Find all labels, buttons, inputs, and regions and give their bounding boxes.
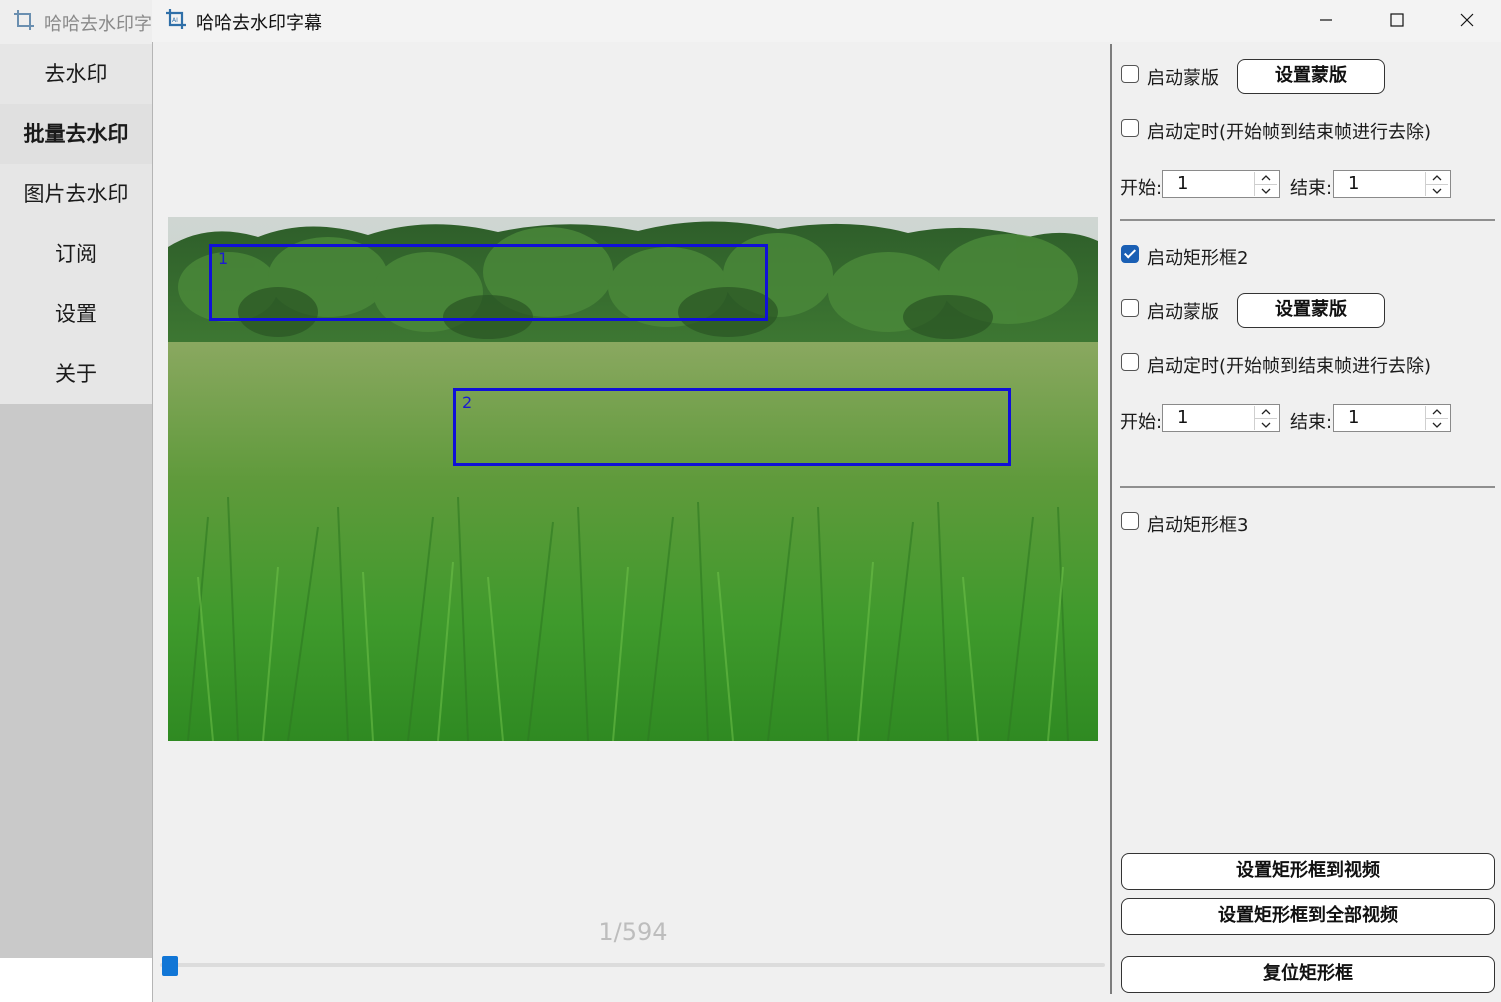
set-mask-button-1[interactable]: 设置蒙版 (1237, 59, 1385, 94)
close-icon (1460, 13, 1474, 27)
video-preview[interactable]: 1 2 (168, 217, 1098, 741)
enable-rect-2-checkbox[interactable] (1121, 245, 1139, 263)
spin-arrows (1425, 406, 1448, 430)
timer-checkbox-label: 启动定时(开始帧到结束帧进行去除) (1147, 356, 1432, 377)
spin-up-icon[interactable] (1426, 172, 1448, 184)
enable-rect-2-label: 启动矩形框2 (1147, 248, 1249, 269)
start-frame-spinbox[interactable]: 1 (1162, 404, 1280, 432)
sidebar: 去水印 批量去水印 图片去水印 订阅 设置 关于 (0, 44, 152, 404)
watermark-rect-1[interactable]: 1 (209, 244, 768, 321)
mask-checkbox-label: 启动蒙版 (1147, 302, 1219, 323)
start-frame-label: 开始: (1120, 178, 1163, 199)
rect-label: 2 (462, 393, 473, 412)
spin-up-icon[interactable] (1255, 172, 1277, 184)
rect-label: 1 (218, 249, 229, 268)
apply-rect-to-video-button[interactable]: 设置矩形框到视频 (1121, 853, 1495, 890)
timer-checkbox-1[interactable] (1121, 119, 1139, 137)
end-frame-label: 结束: (1290, 412, 1333, 433)
sidebar-item-subscribe[interactable]: 订阅 (0, 224, 152, 284)
end-frame-value: 1 (1348, 173, 1360, 194)
spin-down-icon[interactable] (1255, 418, 1277, 431)
start-frame-label: 开始: (1120, 412, 1163, 433)
end-frame-label: 结束: (1290, 178, 1333, 199)
timeline-slider-handle[interactable] (161, 956, 178, 976)
spin-down-icon[interactable] (1426, 418, 1448, 431)
spin-up-icon[interactable] (1255, 406, 1277, 418)
spin-arrows (1425, 172, 1448, 196)
window-title: 哈哈去水印字幕 (196, 13, 322, 34)
timer-checkbox-2[interactable] (1121, 353, 1139, 371)
watermark-rect-2[interactable]: 2 (453, 388, 1011, 466)
background-window-title: 哈哈去水印字 (44, 14, 152, 35)
sidebar-item-settings[interactable]: 设置 (0, 284, 152, 344)
sidebar-item-about[interactable]: 关于 (0, 344, 152, 404)
minimize-icon (1320, 19, 1332, 21)
spin-down-icon[interactable] (1426, 184, 1448, 197)
timeline-slider[interactable] (160, 963, 1105, 967)
svg-text:AI: AI (172, 17, 178, 24)
end-frame-value: 1 (1348, 407, 1360, 428)
spin-down-icon[interactable] (1255, 184, 1277, 197)
section-divider (1120, 486, 1495, 488)
close-button[interactable] (1432, 0, 1501, 40)
maximize-icon (1390, 13, 1404, 27)
mask-checkbox-1[interactable] (1121, 65, 1139, 83)
sidebar-item-image-remove[interactable]: 图片去水印 (0, 164, 152, 224)
enable-rect-3-checkbox[interactable] (1121, 512, 1139, 530)
spin-arrows (1254, 406, 1277, 430)
frame-counter: 1/594 (598, 918, 668, 946)
apply-rect-to-all-videos-button[interactable]: 设置矩形框到全部视频 (1121, 898, 1495, 935)
section-divider (1120, 219, 1495, 221)
sidebar-item-remove-watermark[interactable]: 去水印 (0, 44, 152, 104)
maximize-button[interactable] (1362, 0, 1432, 40)
end-frame-spinbox[interactable]: 1 (1333, 404, 1451, 432)
panel-splitter[interactable] (1110, 44, 1112, 994)
background-window-footer (0, 958, 152, 1002)
start-frame-spinbox[interactable]: 1 (1162, 170, 1280, 198)
spin-arrows (1254, 172, 1277, 196)
set-mask-button-2[interactable]: 设置蒙版 (1237, 293, 1385, 328)
sidebar-item-batch-remove[interactable]: 批量去水印 (0, 104, 152, 164)
enable-rect-3-label: 启动矩形框3 (1147, 515, 1249, 536)
end-frame-spinbox[interactable]: 1 (1333, 170, 1451, 198)
mask-checkbox-2[interactable] (1121, 299, 1139, 317)
minimize-button[interactable] (1291, 0, 1361, 40)
start-frame-value: 1 (1177, 407, 1189, 428)
start-frame-value: 1 (1177, 173, 1189, 194)
crop-icon: AI (166, 9, 186, 29)
spin-up-icon[interactable] (1426, 406, 1448, 418)
crop-icon (14, 10, 34, 30)
mask-checkbox-label: 启动蒙版 (1147, 68, 1219, 89)
timer-checkbox-label: 启动定时(开始帧到结束帧进行去除) (1147, 122, 1432, 143)
reset-rect-button[interactable]: 复位矩形框 (1121, 956, 1495, 993)
